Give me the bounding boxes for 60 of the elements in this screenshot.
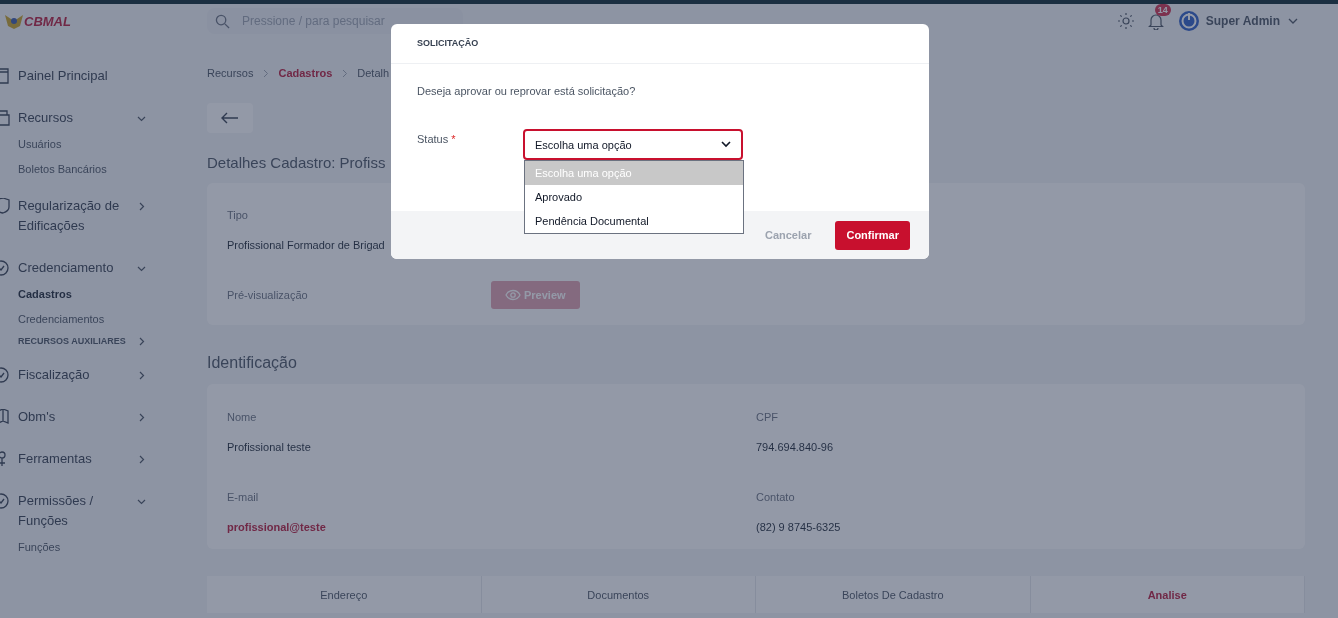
sidebar-item[interactable]: Recursos — [0, 108, 155, 128]
chevron-right-icon — [341, 68, 349, 78]
field-label: E-mail — [227, 491, 259, 503]
field-label: Contato — [756, 491, 795, 503]
sidebar-item[interactable]: Permissões / Funções — [0, 491, 155, 531]
sidebar-item[interactable]: Ferramentas — [0, 449, 155, 469]
tab[interactable]: Endereço — [207, 576, 482, 613]
sidebar-subitem[interactable]: Boletos Bancários — [0, 160, 155, 178]
sidebar-item[interactable]: Regularização de Edificações — [0, 196, 155, 236]
dropdown-option[interactable]: Aprovado — [525, 185, 743, 209]
page-title: Detalhes Cadastro: Profiss — [207, 154, 386, 171]
confirm-button[interactable]: Confirmar — [835, 220, 910, 250]
sidebar-item[interactable]: Credenciamento — [0, 258, 155, 278]
notification-badge: 14 — [1154, 4, 1171, 16]
required-mark: * — [451, 133, 456, 145]
arrow-left-icon — [221, 112, 239, 124]
breadcrumb-link[interactable]: Detalh — [357, 67, 390, 79]
tab[interactable]: Documentos — [481, 576, 756, 613]
search-icon — [215, 13, 230, 29]
shield-icon — [0, 198, 10, 214]
status-select[interactable]: Escolha uma opção — [523, 129, 743, 160]
avatar-icon[interactable] — [1177, 10, 1200, 32]
sidebar-subitem[interactable]: Funções — [0, 538, 155, 556]
box-icon — [0, 110, 10, 126]
dialog-question: Deseja aprovar ou reprovar está solicitação? — [417, 85, 637, 97]
field-label: Tipo — [227, 209, 248, 221]
chevron-down-icon[interactable] — [1288, 18, 1298, 24]
section-title: Identificação — [207, 354, 298, 372]
email-link[interactable]: profissional@teste — [227, 521, 326, 533]
sidebar-subitem[interactable]: Cadastros — [0, 285, 155, 303]
chevron-down-icon — [721, 141, 731, 148]
sidebar-item[interactable]: Painel Principal — [0, 66, 155, 86]
field-value: Profissional Formador de Brigad — [227, 239, 385, 251]
sidebar-subitem[interactable]: Credenciamentos — [0, 310, 155, 328]
tab[interactable]: Analise — [1030, 576, 1305, 613]
logo[interactable]: CBMAL — [5, 13, 207, 29]
breadcrumb-link[interactable]: Recursos — [207, 67, 254, 79]
dropdown-option[interactable]: Pendência Documental — [525, 209, 743, 233]
chevron-right-icon — [137, 336, 146, 346]
breadcrumb-link[interactable]: Cadastros — [278, 67, 333, 79]
map-icon — [0, 409, 10, 425]
sidebar-item[interactable]: Obm's — [0, 407, 155, 427]
cancel-button[interactable]: Cancelar — [758, 228, 818, 242]
sun-icon[interactable] — [1117, 13, 1134, 29]
field-label: Nome — [227, 411, 257, 423]
field-label: Pré-visualização — [227, 289, 309, 301]
bell-icon[interactable] — [1147, 12, 1164, 30]
emblem-icon — [5, 13, 23, 29]
sidebar-subitem[interactable]: RECURSOS AUXILIARES — [0, 335, 155, 347]
field-label: CPF — [756, 411, 778, 423]
eye-icon — [505, 289, 521, 301]
user-name[interactable]: Super Admin — [1205, 14, 1280, 28]
logo-text: CBMAL — [24, 13, 71, 29]
dialog-title: SOLICITAÇÃO — [391, 24, 929, 64]
field-label: Status — [417, 133, 449, 145]
sidebar-item[interactable]: Fiscalização — [0, 365, 155, 385]
sidebar-subitem[interactable]: Usuários — [0, 135, 155, 153]
chevron-right-icon — [262, 68, 270, 78]
back-button[interactable] — [207, 103, 253, 133]
tab[interactable]: Boletos De Cadastro — [756, 576, 1031, 613]
